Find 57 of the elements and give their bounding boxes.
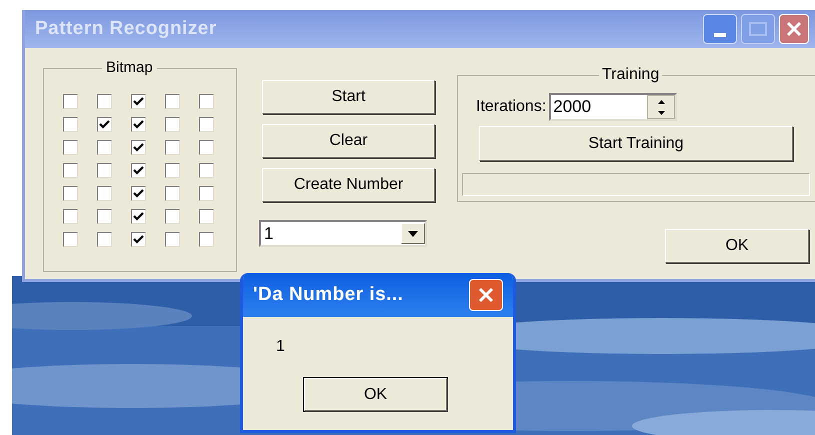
close-icon: [785, 20, 803, 38]
create-number-button[interactable]: Create Number: [262, 168, 435, 202]
bitmap-checkbox[interactable]: [199, 94, 214, 109]
bitmap-checkbox[interactable]: [97, 94, 112, 109]
start-training-button[interactable]: Start Training: [479, 126, 793, 161]
window-title: Pattern Recognizer: [35, 16, 217, 41]
bitmap-checkbox[interactable]: [131, 140, 146, 155]
bitmap-checkbox[interactable]: [199, 186, 214, 201]
training-label: Training: [599, 65, 662, 85]
bitmap-label: Bitmap: [102, 58, 157, 78]
bitmap-checkbox[interactable]: [165, 163, 180, 178]
iterations-spin-field[interactable]: 2000: [549, 93, 678, 121]
bitmap-checkbox[interactable]: [97, 209, 112, 224]
bitmap-checkbox[interactable]: [165, 117, 180, 132]
bitmap-checkbox[interactable]: [63, 163, 78, 178]
bitmap-checkbox[interactable]: [63, 209, 78, 224]
bitmap-checkbox[interactable]: [97, 117, 112, 132]
bitmap-checkbox[interactable]: [63, 140, 78, 155]
window-title: 'Da Number is...: [253, 282, 404, 307]
bitmap-checkbox[interactable]: [131, 209, 146, 224]
iterations-label: Iterations:: [476, 97, 546, 117]
bitmap-checkbox[interactable]: [199, 163, 214, 178]
bitmap-checkbox[interactable]: [165, 232, 180, 247]
bitmap-checkbox[interactable]: [199, 209, 214, 224]
close-button[interactable]: [469, 279, 503, 311]
bitmap-checkbox[interactable]: [63, 117, 78, 132]
bitmap-checkbox[interactable]: [131, 232, 146, 247]
bitmap-checkbox[interactable]: [165, 209, 180, 224]
bitmap-checkbox[interactable]: [199, 232, 214, 247]
close-icon: [477, 286, 495, 304]
bitmap-checkbox[interactable]: [165, 94, 180, 109]
bitmap-checkbox[interactable]: [165, 140, 180, 155]
start-button[interactable]: Start: [262, 80, 435, 114]
clear-button[interactable]: Clear: [262, 124, 435, 158]
bitmap-checkbox[interactable]: [199, 117, 214, 132]
bitmap-checkbox[interactable]: [97, 163, 112, 178]
bitmap-checkbox[interactable]: [131, 186, 146, 201]
ok-button[interactable]: OK: [665, 229, 809, 263]
bitmap-checkbox[interactable]: [63, 94, 78, 109]
maximize-icon: [749, 22, 767, 36]
bitmap-checkbox[interactable]: [199, 140, 214, 155]
bitmap-checkbox[interactable]: [63, 186, 78, 201]
bitmap-checkbox[interactable]: [131, 117, 146, 132]
bitmap-checkbox[interactable]: [165, 186, 180, 201]
bitmap-checkbox[interactable]: [97, 186, 112, 201]
close-button[interactable]: [779, 14, 809, 44]
spin-arrows-icon[interactable]: [647, 95, 676, 119]
bitmap-checkbox[interactable]: [131, 163, 146, 178]
dialog-ok-button[interactable]: OK: [304, 378, 447, 411]
bitmap-checkbox[interactable]: [131, 94, 146, 109]
bitmap-checkbox[interactable]: [63, 232, 78, 247]
minimize-icon: [714, 33, 726, 37]
bitmap-checkbox[interactable]: [97, 140, 112, 155]
minimize-button[interactable]: [703, 14, 737, 44]
bitmap-checkbox[interactable]: [97, 232, 112, 247]
number-dropdown[interactable]: 1: [259, 220, 427, 247]
dialog-message: 1: [276, 337, 286, 357]
